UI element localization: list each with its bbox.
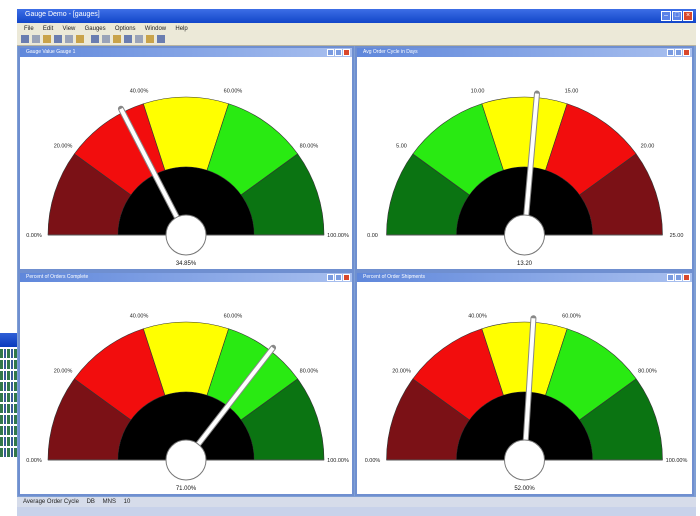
gauge-tick-label: 60.00% bbox=[224, 88, 243, 94]
gauge-hub bbox=[165, 214, 207, 256]
gauge-tick-label: 40.00% bbox=[130, 88, 149, 94]
gauge-tick-label: 80.00% bbox=[300, 144, 319, 150]
status-db: DB bbox=[86, 499, 95, 505]
gauge-value-label: 34.85% bbox=[176, 261, 197, 267]
paste-icon[interactable] bbox=[76, 35, 84, 43]
child-minimize-button[interactable] bbox=[327, 274, 334, 281]
cut-icon[interactable] bbox=[54, 35, 62, 43]
gauge-window-title: Percent of Orders Complete bbox=[26, 274, 89, 280]
gauge-value-label: 13.20 bbox=[517, 261, 533, 267]
child-close-button[interactable] bbox=[683, 274, 690, 281]
main-window: Gauge Demo - [gauges] – □ × File Edit Vi… bbox=[17, 9, 696, 516]
gauge-tick-label: 40.00% bbox=[130, 313, 149, 319]
gauge-tick-label: 10.00 bbox=[471, 88, 485, 94]
window-title: Gauge Demo - [gauges] bbox=[25, 11, 100, 18]
minimize-button[interactable]: – bbox=[661, 11, 671, 21]
gauge-tick-label: 100.00% bbox=[327, 233, 349, 239]
gauge-tick-label: 5.00 bbox=[396, 144, 407, 150]
gauge-tick-label: 20.00% bbox=[54, 144, 73, 150]
gauge-value-label: 52.00% bbox=[514, 486, 535, 492]
gauge-tick-label: 80.00% bbox=[638, 369, 657, 375]
status-bar: Average Order Cycle DB MNS 10 bbox=[17, 497, 696, 507]
redo-icon[interactable] bbox=[113, 35, 121, 43]
child-minimize-button[interactable] bbox=[667, 274, 674, 281]
gauge-hub bbox=[165, 439, 207, 481]
close-button[interactable]: × bbox=[683, 11, 693, 21]
undo-icon[interactable] bbox=[102, 35, 110, 43]
child-minimize-button[interactable] bbox=[327, 49, 334, 56]
gauge-tick-label: 0.00% bbox=[365, 458, 381, 464]
child-close-button[interactable] bbox=[343, 274, 350, 281]
window-titlebar[interactable]: Gauge Demo - [gauges] – □ × bbox=[17, 9, 696, 23]
copy-icon[interactable] bbox=[65, 35, 73, 43]
gauge-tick-label: 80.00% bbox=[300, 369, 319, 375]
gauge-window-titlebar[interactable]: Gauge Value Gauge 1 bbox=[20, 48, 352, 57]
gauge-tick-label: 0.00% bbox=[26, 233, 42, 239]
gauge-tick-label: 20.00% bbox=[54, 369, 73, 375]
gauge-tick-label: 15.00 bbox=[565, 88, 579, 94]
zoom-out-icon[interactable] bbox=[135, 35, 143, 43]
gauge-window-title: Percent of Order Shipments bbox=[363, 274, 425, 280]
gauge-window-1[interactable]: Gauge Value Gauge 1 0.00% 20.00% 40.00% 60.… bbox=[18, 46, 354, 271]
gauge-window-title: Avg Order Cycle in Days bbox=[363, 49, 418, 55]
gauge-tick-label: 40.00% bbox=[468, 313, 487, 319]
new-icon[interactable] bbox=[21, 35, 29, 43]
gauge-hub bbox=[504, 214, 545, 256]
child-close-button[interactable] bbox=[343, 49, 350, 56]
gauge-tick-label: 60.00% bbox=[562, 313, 581, 319]
child-minimize-button[interactable] bbox=[667, 49, 674, 56]
gauge-chart: 0.00% 20.00% 40.00% 60.00% 80.00% 100.00% 34.8… bbox=[26, 88, 349, 267]
toolbar bbox=[17, 33, 696, 46]
gauge-hub bbox=[504, 439, 545, 481]
gauge-window-4[interactable]: Percent of Order Shipments 0.00% 20.00% 40… bbox=[355, 271, 694, 496]
gauge-window-titlebar[interactable]: Percent of Order Shipments bbox=[357, 273, 692, 282]
open-icon[interactable] bbox=[32, 35, 40, 43]
print-icon[interactable] bbox=[91, 35, 99, 43]
gauge-chart: 0.00% 20.00% 40.00% 60.00% 80.00% 100.00% 71.0… bbox=[26, 313, 349, 492]
gauge-tick-label: 60.00% bbox=[224, 313, 243, 319]
child-maximize-button[interactable] bbox=[675, 274, 682, 281]
menu-bar: File Edit View Gauges Options Window Hel… bbox=[17, 23, 696, 33]
gauge-tick-label: 20.00 bbox=[641, 144, 655, 150]
status-extra: 10 bbox=[123, 499, 131, 505]
gauge-tick-label: 25.00 bbox=[670, 233, 684, 239]
status-text: Average Order Cycle bbox=[23, 499, 79, 505]
gauge-window-titlebar[interactable]: Percent of Orders Complete bbox=[20, 273, 352, 282]
child-maximize-button[interactable] bbox=[675, 49, 682, 56]
gauge-window-title: Gauge Value Gauge 1 bbox=[26, 49, 76, 55]
gauge-tick-label: 100.00% bbox=[666, 458, 688, 464]
child-maximize-button[interactable] bbox=[335, 274, 342, 281]
gauge-chart: 0.00 5.00 10.00 15.00 20.00 25.00 13.20 bbox=[367, 88, 684, 267]
gauge-window-titlebar[interactable]: Avg Order Cycle in Days bbox=[357, 48, 692, 57]
gauge-tick-label: 20.00% bbox=[392, 369, 411, 375]
help-icon[interactable] bbox=[157, 35, 165, 43]
taskbar bbox=[17, 507, 696, 516]
child-close-button[interactable] bbox=[683, 49, 690, 56]
gauge-window-2[interactable]: Avg Order Cycle in Days 0.00 5.00 10.00 15.… bbox=[355, 46, 694, 271]
gauge-tick-label: 0.00% bbox=[26, 458, 42, 464]
gauge-window-3[interactable]: Percent of Orders Complete 0.00% 20.00% 40… bbox=[18, 271, 354, 496]
gauge-chart: 0.00% 20.00% 40.00% 60.00% 80.00% 100.00% 52.0… bbox=[365, 313, 688, 492]
status-mns: MNS bbox=[102, 499, 116, 505]
maximize-button[interactable]: □ bbox=[672, 11, 682, 21]
zoom-in-icon[interactable] bbox=[124, 35, 132, 43]
gauge-value-label: 71.00% bbox=[176, 486, 197, 492]
window-tile-icon[interactable] bbox=[146, 35, 154, 43]
gauge-tick-label: 100.00% bbox=[327, 458, 349, 464]
child-maximize-button[interactable] bbox=[335, 49, 342, 56]
save-icon[interactable] bbox=[43, 35, 51, 43]
gauge-tick-label: 0.00 bbox=[367, 233, 378, 239]
